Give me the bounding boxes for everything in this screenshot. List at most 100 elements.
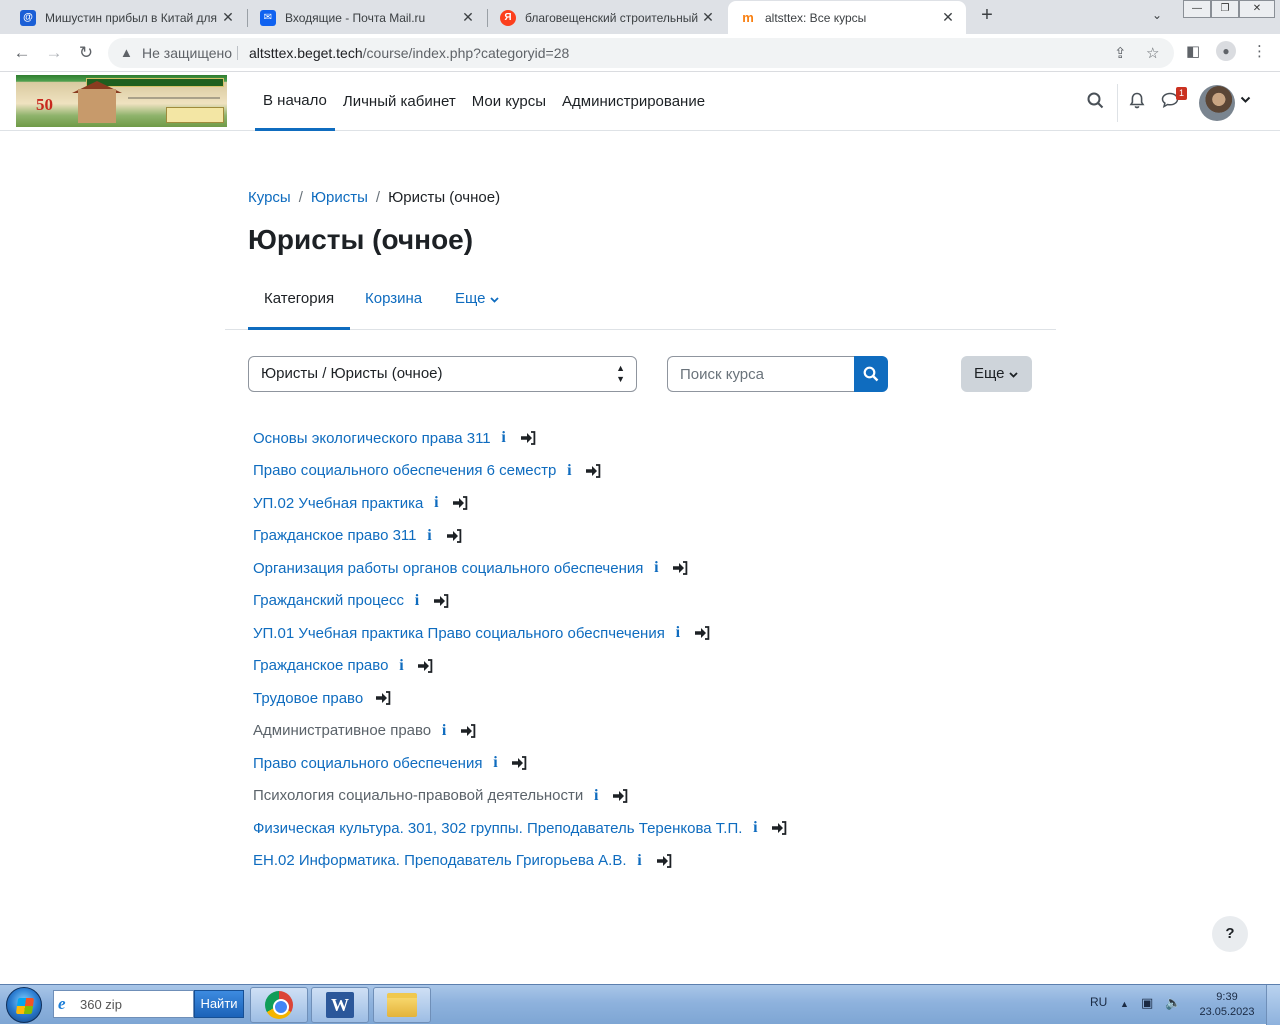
course-link[interactable]: Гражданский процесс	[253, 592, 404, 609]
minimize-icon[interactable]: —	[1183, 0, 1211, 18]
back-icon[interactable]: ←	[10, 41, 34, 65]
enrolment-sign-in-icon[interactable]	[694, 626, 710, 641]
course-link[interactable]: Гражданское право	[253, 657, 388, 674]
course-summary-info-icon[interactable]: i	[432, 494, 440, 512]
enrolment-sign-in-icon[interactable]	[612, 788, 628, 803]
enrolment-sign-in-icon[interactable]	[585, 463, 601, 478]
profile-icon[interactable]: ●	[1216, 41, 1236, 61]
close-icon[interactable]: ✕	[700, 9, 716, 26]
category-select[interactable]: Юристы / Юристы (очное) ▲ ▼	[248, 356, 637, 392]
course-summary-info-icon[interactable]: i	[500, 429, 508, 447]
enrolment-sign-in-icon[interactable]	[446, 528, 462, 543]
course-link[interactable]: Физическая культура. 301, 302 группы. Пр…	[253, 820, 742, 837]
bookmark-star-icon[interactable]: ☆	[1146, 44, 1159, 62]
restore-icon[interactable]: ❐	[1211, 0, 1239, 18]
window-close-icon[interactable]: ✕	[1239, 0, 1275, 18]
start-button[interactable]	[6, 987, 42, 1023]
course-summary-info-icon[interactable]: i	[413, 592, 421, 610]
nav-site-admin[interactable]: Администрирование	[554, 72, 713, 131]
course-summary-info-icon[interactable]: i	[397, 657, 405, 675]
browser-menu-icon[interactable]: ⋮	[1252, 42, 1267, 60]
volume-icon[interactable]: 🔈	[1165, 995, 1181, 1011]
nav-my-courses[interactable]: Мои курсы	[464, 72, 554, 131]
show-desktop-button[interactable]	[1266, 985, 1280, 1025]
search-icon[interactable]	[1087, 92, 1104, 114]
course-summary-info-icon[interactable]: i	[426, 527, 434, 545]
not-secure-label[interactable]: Не защищено	[142, 45, 232, 61]
nav-home[interactable]: В начало	[255, 72, 335, 131]
enrolment-sign-in-icon[interactable]	[511, 756, 527, 771]
course-link[interactable]: ЕН.02 Информатика. Преподаватель Григорь…	[253, 852, 627, 869]
course-link[interactable]: УП.01 Учебная практика Право социального…	[253, 625, 665, 642]
taskbar-clock[interactable]: 9:39 23.05.2023	[1196, 990, 1258, 1020]
course-link[interactable]: Гражданское право 311	[253, 527, 417, 544]
reload-icon[interactable]: ↻	[74, 41, 98, 65]
taskbar-find-button[interactable]: Найти	[194, 990, 244, 1018]
course-link[interactable]: Трудовое право	[253, 690, 363, 707]
enrolment-sign-in-icon[interactable]	[460, 723, 476, 738]
breadcrumb-courses[interactable]: Курсы	[248, 189, 291, 206]
taskbar-chrome[interactable]	[250, 987, 308, 1023]
browser-tab-active[interactable]: m altsttex: Все курсы ✕	[728, 1, 966, 34]
course-summary-info-icon[interactable]: i	[751, 819, 759, 837]
side-panel-icon[interactable]: ◧	[1186, 42, 1200, 60]
course-summary-info-icon[interactable]: i	[674, 624, 682, 642]
browser-tab-3[interactable]: Я благовещенский строительный ✕	[488, 1, 726, 34]
course-search-input[interactable]	[667, 356, 855, 392]
tab-category[interactable]: Категория	[248, 274, 351, 330]
site-logo[interactable]: 50	[16, 75, 227, 127]
new-tab-icon[interactable]: +	[976, 5, 998, 27]
user-avatar[interactable]	[1199, 85, 1235, 121]
course-link[interactable]: Организация работы органов социального о…	[253, 560, 643, 577]
forward-icon[interactable]: →	[42, 41, 66, 65]
close-icon[interactable]: ✕	[940, 9, 956, 26]
url-text[interactable]: altsttex.beget.tech/course/index.php?cat…	[249, 45, 569, 61]
enrolment-sign-in-icon[interactable]	[771, 821, 787, 836]
taskbar-search-box[interactable]: e 360 zip	[53, 990, 194, 1018]
enrolment-sign-in-icon[interactable]	[417, 658, 433, 673]
course-search-button[interactable]	[854, 356, 888, 392]
address-bar[interactable]: ▲ Не защищено altsttex.beget.tech/course…	[108, 38, 1174, 68]
course-item: Основы экологического права 311 i	[253, 422, 787, 455]
enrolment-sign-in-icon[interactable]	[452, 496, 468, 511]
close-icon[interactable]: ✕	[460, 9, 476, 26]
more-actions-button[interactable]: Еще	[961, 356, 1032, 392]
browser-tab-2[interactable]: ✉ Входящие - Почта Mail.ru ✕	[248, 1, 486, 34]
close-icon[interactable]: ✕	[220, 9, 236, 26]
tab-more[interactable]: Еще	[439, 274, 515, 330]
course-link[interactable]: Психология социально-правовой деятельнос…	[253, 787, 583, 804]
windows-logo-icon	[15, 998, 35, 1014]
breadcrumb-lawyers[interactable]: Юристы	[311, 189, 368, 206]
course-summary-info-icon[interactable]: i	[652, 559, 660, 577]
warning-icon[interactable]: ▲	[120, 45, 133, 60]
enrolment-sign-in-icon[interactable]	[656, 853, 672, 868]
tray-expand-icon[interactable]: ▲	[1120, 999, 1129, 1009]
taskbar-explorer[interactable]	[373, 987, 431, 1023]
course-summary-info-icon[interactable]: i	[491, 754, 499, 772]
network-icon[interactable]: ▣	[1141, 995, 1153, 1011]
notifications-bell-icon[interactable]	[1129, 92, 1145, 114]
course-link[interactable]: Право социального обеспечения 6 семестр	[253, 462, 556, 479]
course-link[interactable]: Административное право	[253, 722, 431, 739]
enrolment-sign-in-icon[interactable]	[520, 431, 536, 446]
enrolment-sign-in-icon[interactable]	[433, 593, 449, 608]
course-summary-info-icon[interactable]: i	[565, 462, 573, 480]
course-link[interactable]: Основы экологического права 311	[253, 430, 491, 447]
share-icon[interactable]: ⇪	[1114, 44, 1127, 62]
page-title: Юристы (очное)	[248, 224, 474, 255]
course-link[interactable]: Право социального обеспечения	[253, 755, 482, 772]
help-button[interactable]: ?	[1212, 916, 1248, 952]
course-summary-info-icon[interactable]: i	[592, 787, 600, 805]
tab-recycle-bin[interactable]: Корзина	[349, 274, 438, 330]
course-summary-info-icon[interactable]: i	[636, 852, 644, 870]
course-link[interactable]: УП.02 Учебная практика	[253, 495, 423, 512]
nav-dashboard[interactable]: Личный кабинет	[335, 72, 464, 131]
user-menu-chevron-icon[interactable]	[1240, 93, 1251, 107]
taskbar-word[interactable]: W	[311, 987, 369, 1023]
enrolment-sign-in-icon[interactable]	[672, 561, 688, 576]
enrolment-sign-in-icon[interactable]	[375, 691, 391, 706]
tab-search-chevron-icon[interactable]: ⌄	[1152, 8, 1162, 22]
course-summary-info-icon[interactable]: i	[440, 722, 448, 740]
language-indicator[interactable]: RU	[1090, 995, 1107, 1009]
browser-tab-1[interactable]: @ Мишустин прибыл в Китай для ✕	[8, 1, 246, 34]
